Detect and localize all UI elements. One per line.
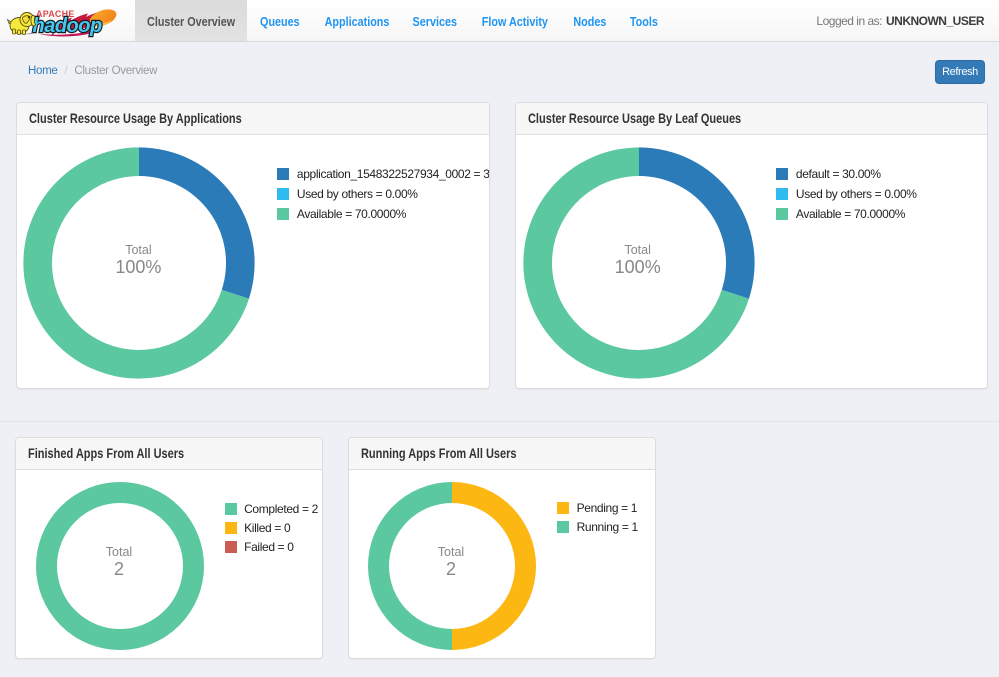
svg-text:hadoop: hadoop	[33, 15, 102, 37]
